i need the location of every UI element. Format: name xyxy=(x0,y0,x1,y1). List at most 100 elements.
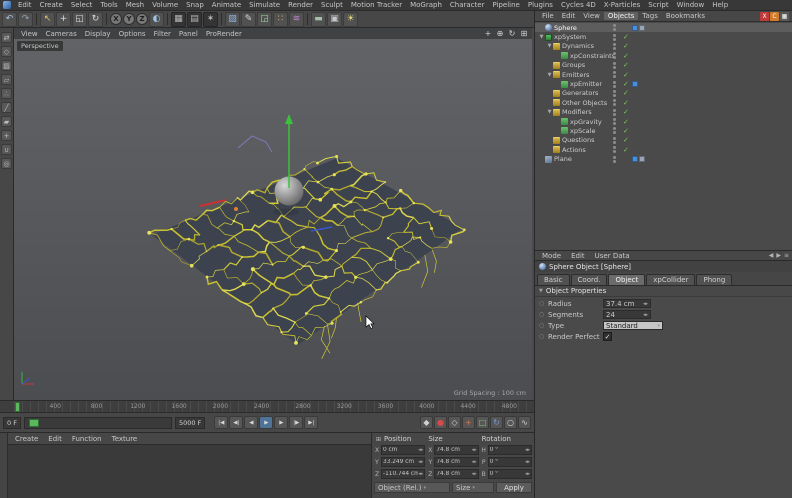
viewport-menu-view[interactable]: View xyxy=(17,30,42,38)
viewport-menu-prorender[interactable]: ProRender xyxy=(202,30,246,38)
go-to-end-button[interactable]: ▶| xyxy=(304,416,318,429)
tree-row-xpconstraints[interactable]: xpConstraints✓ xyxy=(535,51,792,60)
rotate-view-icon[interactable]: ↻ xyxy=(507,29,517,39)
record-keyframe-button[interactable]: ◆ xyxy=(420,416,433,429)
enable-check-icon[interactable]: ✓ xyxy=(623,52,629,60)
live-selection-icon[interactable]: ↖ xyxy=(40,12,55,27)
current-frame-field[interactable]: 0 F xyxy=(3,417,21,429)
timeline-slider[interactable] xyxy=(24,417,172,429)
stepper-icon[interactable]: ◂▸ xyxy=(472,471,477,477)
record-scale-button[interactable]: □ xyxy=(476,416,489,429)
previous-frame-button[interactable]: ◀ xyxy=(244,416,258,429)
position-x-input[interactable]: 0 cm◂▸ xyxy=(381,445,425,455)
stepper-icon[interactable]: ◂▸ xyxy=(643,301,648,307)
next-frame-button[interactable]: ▶ xyxy=(274,416,288,429)
viewport-filter-icon[interactable]: ◎ xyxy=(1,158,12,169)
tab-object[interactable]: Object xyxy=(608,274,645,285)
stepper-icon[interactable]: ◂▸ xyxy=(472,459,477,465)
menubar-item-select[interactable]: Select xyxy=(67,0,97,11)
tab-xpcollider[interactable]: xpCollider xyxy=(646,274,695,285)
record-parameter-button[interactable]: ○ xyxy=(504,416,517,429)
tree-row-xpgravity[interactable]: xpGravity✓ xyxy=(535,117,792,126)
menubar-item-pipeline[interactable]: Pipeline xyxy=(488,0,523,11)
visibility-toggle-dots[interactable] xyxy=(613,43,616,50)
enable-check-icon[interactable]: ✓ xyxy=(623,127,629,135)
am-menu-edit[interactable]: Edit xyxy=(567,252,589,260)
keyframe-dot-icon[interactable]: ○ xyxy=(539,333,545,340)
menubar-item-create[interactable]: Create xyxy=(36,0,67,11)
tree-row-dynamics[interactable]: ▼Dynamics✓ xyxy=(535,42,792,51)
visibility-toggle-dots[interactable] xyxy=(613,137,616,144)
rotation-h-input[interactable]: 0 °◂▸ xyxy=(488,445,532,455)
menubar-item-simulate[interactable]: Simulate xyxy=(245,0,284,11)
visibility-toggle-dots[interactable] xyxy=(613,62,616,69)
expand-arrow-icon[interactable]: ▼ xyxy=(546,109,553,115)
tree-row-other-objects[interactable]: Other Objects✓ xyxy=(535,98,792,107)
tab-coord[interactable]: Coord. xyxy=(571,274,608,285)
visibility-toggle-dots[interactable] xyxy=(613,71,616,78)
cube-primitive-icon[interactable]: ▧ xyxy=(225,12,240,27)
object-properties-header[interactable]: ▼ Object Properties xyxy=(535,286,792,297)
model-mode-icon[interactable]: ◇ xyxy=(1,46,12,57)
y-axis-lock-toggle[interactable]: Y xyxy=(123,13,135,25)
menubar-item-mesh[interactable]: Mesh xyxy=(122,0,148,11)
current-frame-marker[interactable] xyxy=(15,402,20,412)
viewport-menu-options[interactable]: Options xyxy=(115,30,150,38)
spline-pen-icon[interactable]: ✎ xyxy=(241,12,256,27)
rotation-p-input[interactable]: 0 °◂▸ xyxy=(488,457,532,467)
menubar-item-script[interactable]: Script xyxy=(644,0,672,11)
go-to-start-button[interactable]: |◀ xyxy=(214,416,228,429)
am-menu-mode[interactable]: Mode xyxy=(538,252,565,260)
stepper-icon[interactable]: ◂▸ xyxy=(418,459,423,465)
texture-mode-icon[interactable]: ▨ xyxy=(1,60,12,71)
visibility-toggle-dots[interactable] xyxy=(613,156,616,163)
tree-row-sphere[interactable]: Sphere xyxy=(535,23,792,32)
keyframe-selection-button[interactable]: ◇ xyxy=(448,416,461,429)
enable-check-icon[interactable]: ✓ xyxy=(623,61,629,69)
type-dropdown[interactable]: Standard▾ xyxy=(603,321,663,330)
x-axis-lock-toggle[interactable]: X xyxy=(110,13,122,25)
viewport-menu-filter[interactable]: Filter xyxy=(150,30,175,38)
autokeying-button[interactable]: ● xyxy=(434,416,447,429)
stepper-icon[interactable]: ◂▸ xyxy=(418,471,423,477)
tree-row-questions[interactable]: Questions✓ xyxy=(535,136,792,145)
coordinate-mode-select[interactable]: Object (Rel.)▾ xyxy=(374,482,450,493)
om-menu-tags[interactable]: Tags xyxy=(638,12,662,20)
record-rotation-button[interactable]: ↻ xyxy=(490,416,503,429)
stepper-icon[interactable]: ◂▸ xyxy=(643,312,648,318)
tree-row-actions[interactable]: Actions✓ xyxy=(535,145,792,154)
visibility-toggle-dots[interactable] xyxy=(613,52,616,59)
move-tool-icon[interactable]: + xyxy=(56,12,71,27)
panel-grip[interactable] xyxy=(0,433,8,498)
tree-row-xpemitter[interactable]: xpEmitter✓ xyxy=(535,79,792,88)
visibility-toggle-dots[interactable] xyxy=(613,34,616,41)
enable-check-icon[interactable]: ✓ xyxy=(623,89,629,97)
play-button[interactable]: ▶ xyxy=(259,416,273,429)
pan-view-icon[interactable]: + xyxy=(483,29,493,39)
enable-check-icon[interactable]: ✓ xyxy=(623,80,629,88)
render-view-icon[interactable]: ▦ xyxy=(171,12,186,27)
rotate-tool-icon[interactable]: ↻ xyxy=(88,12,103,27)
history-back-icon[interactable]: ◀ xyxy=(769,252,774,259)
timeline-ruler[interactable]: 4008001200160020002400280032003600400044… xyxy=(0,400,534,413)
z-axis-lock-toggle[interactable]: Z xyxy=(136,13,148,25)
light-icon[interactable]: ☀ xyxy=(343,12,358,27)
timeline-slider-thumb[interactable] xyxy=(29,419,39,427)
om-menu-view[interactable]: View xyxy=(579,12,604,20)
visibility-toggle-dots[interactable] xyxy=(613,109,616,116)
camera-icon[interactable]: ▣ xyxy=(327,12,342,27)
enable-check-icon[interactable]: ✓ xyxy=(623,136,629,144)
render-perfect-checkbox[interactable]: ✓ xyxy=(603,332,612,341)
workplane-mode-icon[interactable]: ▱ xyxy=(1,74,12,85)
apply-button[interactable]: Apply xyxy=(496,482,532,493)
viewport-menu-cameras[interactable]: Cameras xyxy=(42,30,81,38)
om-menu-bookmarks[interactable]: Bookmarks xyxy=(662,12,709,20)
keyframe-dot-icon[interactable]: ○ xyxy=(539,300,545,307)
tree-row-modifiers[interactable]: ▼Modifiers✓ xyxy=(535,108,792,117)
visibility-toggle-dots[interactable] xyxy=(613,118,616,125)
coordinate-system-toggle[interactable]: ◐ xyxy=(149,12,164,27)
end-frame-field[interactable]: 5000 F xyxy=(175,417,205,429)
menubar-item-sculpt[interactable]: Sculpt xyxy=(317,0,347,11)
enable-check-icon[interactable]: ✓ xyxy=(623,99,629,107)
material-menu-create[interactable]: Create xyxy=(10,435,43,443)
